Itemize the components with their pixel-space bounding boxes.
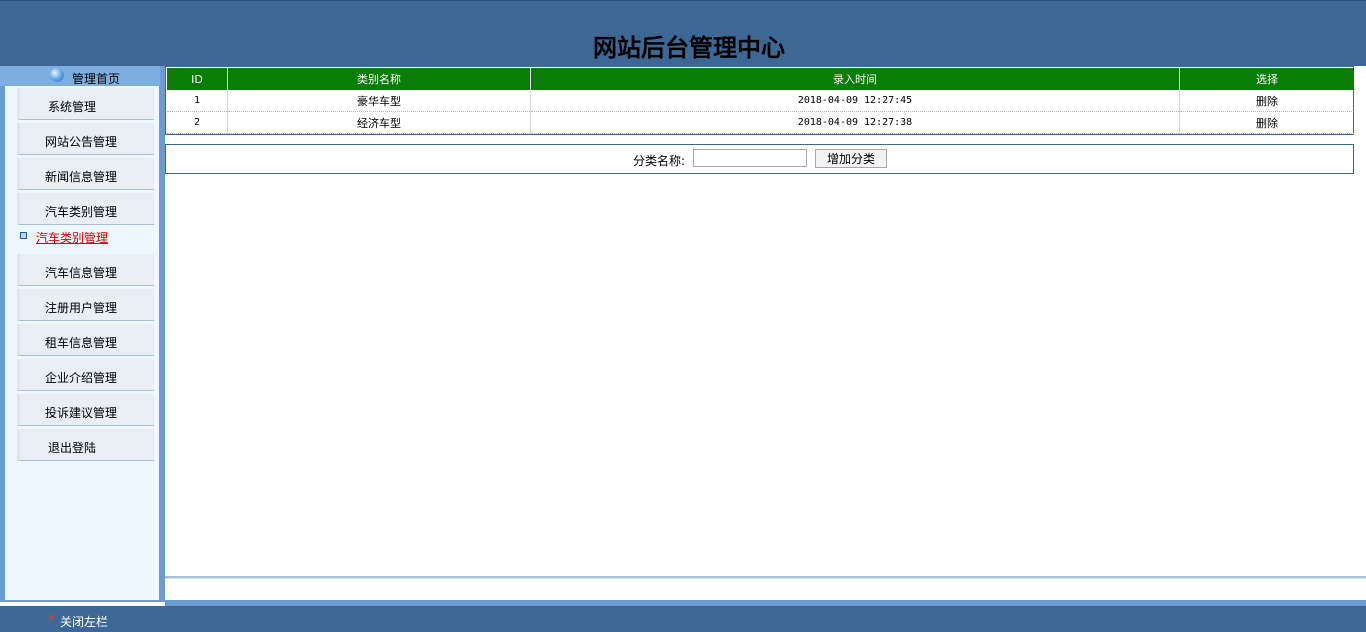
header-divider [0, 0, 1366, 1]
column-header-action: 选择 [1179, 68, 1354, 90]
add-category-form: 分类名称: 增加分类 [165, 144, 1354, 174]
footer-left: ✕ 关闭左栏 [0, 606, 165, 632]
main-content: ID 类别名称 录入时间 选择 1 豪华车型 2018-04-09 12:27:… [165, 66, 1366, 600]
sidebar-subitem-car-categories[interactable]: 汽车类别管理 [5, 228, 155, 246]
footer: ✕ 关闭左栏 [0, 606, 1366, 632]
sidebar-item-label: 新闻信息管理 [45, 170, 118, 184]
sidebar-subitem-label[interactable]: 汽车类别管理 [36, 229, 108, 246]
cell-name: 豪华车型 [227, 90, 531, 112]
sidebar-item-label: 系统管理 [48, 100, 97, 114]
sidebar-item-complaints[interactable]: 投诉建议管理 [17, 394, 154, 426]
category-table: ID 类别名称 录入时间 选择 1 豪华车型 2018-04-09 12:27:… [167, 68, 1354, 134]
sidebar-item-announcements[interactable]: 网站公告管理 [17, 123, 154, 155]
sidebar-item-logout[interactable]: 退出登陆 [17, 429, 154, 461]
sidebar-item-label: 网站公告管理 [45, 135, 118, 149]
sidebar-item-label: 租车信息管理 [45, 336, 118, 350]
close-sidebar-link[interactable]: 关闭左栏 [60, 613, 108, 630]
globe-icon [50, 68, 64, 82]
close-icon[interactable]: ✕ [47, 614, 55, 624]
table-header-row: ID 类别名称 录入时间 选择 [167, 68, 1354, 90]
sidebar-item-label: 投诉建议管理 [45, 406, 118, 420]
column-header-name: 类别名称 [227, 68, 531, 90]
column-header-id: ID [167, 68, 228, 90]
sidebar-item-car-categories[interactable]: 汽车类别管理 [17, 193, 154, 225]
sidebar-item-news[interactable]: 新闻信息管理 [17, 158, 154, 190]
table-row: 2 经济车型 2018-04-09 12:27:38 删除 [167, 111, 1354, 134]
cell-id: 1 [167, 90, 228, 112]
content-divider-light [165, 578, 1366, 579]
category-table-frame: ID 类别名称 录入时间 选择 1 豪华车型 2018-04-09 12:27:… [165, 66, 1354, 135]
sidebar-item-car-info[interactable]: 汽车信息管理 [17, 254, 154, 286]
sidebar-header[interactable]: 管理首页 [0, 66, 160, 86]
sidebar-item-users[interactable]: 注册用户管理 [17, 289, 154, 321]
sidebar-item-label: 汽车类别管理 [45, 205, 118, 219]
sidebar-item-rentals[interactable]: 租车信息管理 [17, 324, 154, 356]
delete-link[interactable]: 删除 [1179, 111, 1354, 134]
cell-time: 2018-04-09 12:27:38 [530, 111, 1180, 134]
sidebar-item-label: 注册用户管理 [45, 301, 118, 315]
category-name-label: 分类名称: [633, 154, 686, 168]
column-header-time: 录入时间 [530, 68, 1180, 90]
sidebar-menu: 系统管理 网站公告管理 新闻信息管理 汽车类别管理 汽车类别管理 汽车信息管理 … [5, 86, 159, 600]
sidebar-item-label: 汽车信息管理 [45, 266, 118, 280]
sidebar-home-label[interactable]: 管理首页 [72, 70, 120, 87]
header: 网站后台管理中心 [0, 0, 1366, 66]
table-row: 1 豪华车型 2018-04-09 12:27:45 删除 [167, 90, 1354, 112]
category-name-input[interactable] [693, 149, 807, 167]
square-bullet-icon [20, 232, 27, 239]
cell-time: 2018-04-09 12:27:45 [530, 90, 1180, 112]
sidebar-item-system[interactable]: 系统管理 [17, 88, 154, 120]
cell-id: 2 [167, 111, 228, 134]
sidebar-item-label: 退出登陆 [48, 441, 97, 455]
add-category-button[interactable]: 增加分类 [815, 149, 887, 168]
sidebar-item-label: 企业介绍管理 [45, 371, 118, 385]
delete-link[interactable]: 删除 [1179, 90, 1354, 112]
sidebar: 管理首页 系统管理 网站公告管理 新闻信息管理 汽车类别管理 汽车类别管理 汽车… [0, 66, 165, 602]
sidebar-item-company[interactable]: 企业介绍管理 [17, 359, 154, 391]
cell-name: 经济车型 [227, 111, 531, 134]
page-title: 网站后台管理中心 [593, 34, 785, 62]
